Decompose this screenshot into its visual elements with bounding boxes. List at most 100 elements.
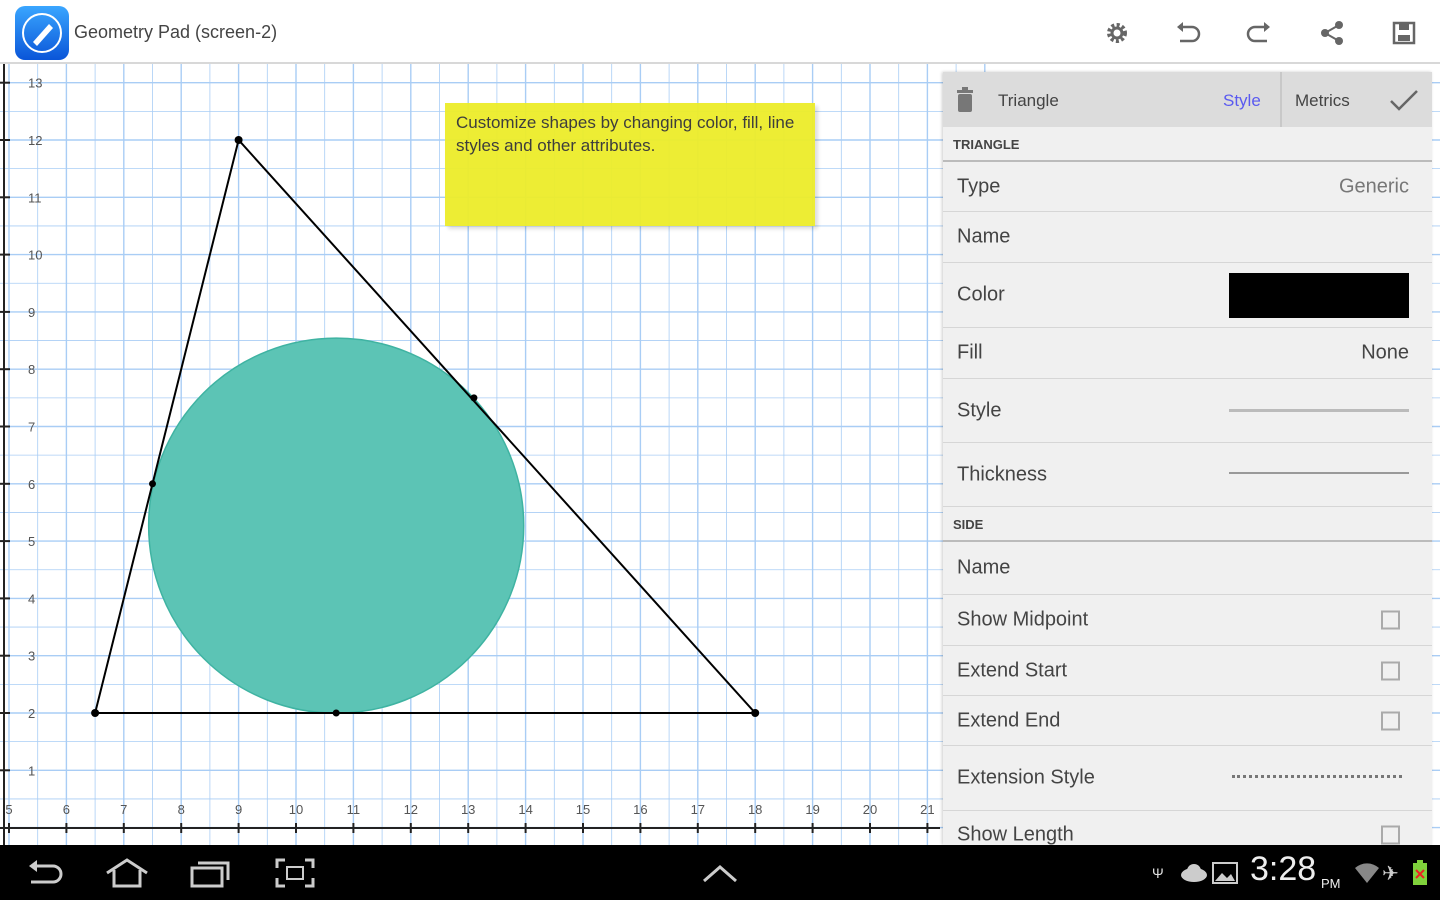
wifi-icon: [1354, 857, 1380, 889]
share-icon[interactable]: [1315, 16, 1349, 50]
x-tick-label: 19: [805, 802, 819, 817]
gear-icon[interactable]: [1100, 16, 1134, 50]
y-tick-label: 8: [28, 362, 35, 377]
app-logo-icon[interactable]: [15, 6, 69, 60]
fill-row[interactable]: Fill None: [943, 328, 1432, 379]
tab-style[interactable]: Style: [1223, 91, 1261, 111]
save-icon[interactable]: [1387, 16, 1421, 50]
y-tick-label: 9: [28, 305, 35, 320]
x-tick-label: 21: [920, 802, 934, 817]
chevron-up-icon[interactable]: [702, 857, 738, 889]
x-tick-label: 5: [5, 802, 12, 817]
usb-icon: Ψ: [1152, 865, 1164, 881]
type-row[interactable]: Type Generic: [943, 162, 1432, 212]
color-row[interactable]: Color: [943, 263, 1432, 328]
x-tick-label: 18: [748, 802, 762, 817]
color-label: Color: [957, 283, 1005, 306]
shape-name: Triangle: [998, 91, 1059, 110]
x-tick-label: 9: [235, 802, 242, 817]
style-label: Style: [957, 399, 1002, 421]
recent-apps-icon[interactable]: [190, 857, 232, 889]
x-tick-label: 17: [691, 802, 705, 817]
system-nav-bar: Ψ 3:28 PM ✈: [0, 845, 1440, 900]
x-tick-label: 11: [347, 802, 361, 817]
show-length-row[interactable]: Show Length: [943, 811, 1432, 845]
redo-icon[interactable]: [1242, 16, 1276, 50]
y-tick-label: 5: [28, 534, 35, 549]
panel-header: Triangle Style Metrics: [943, 72, 1432, 127]
undo-icon[interactable]: [1171, 16, 1205, 50]
thickness-label: Thickness: [957, 463, 1048, 485]
show-midpoint-label: Show Midpoint: [957, 608, 1089, 631]
y-tick-label: 3: [28, 649, 35, 664]
fill-label: Fill: [957, 341, 983, 364]
extend-end-checkbox[interactable]: [1381, 711, 1400, 730]
y-tick-label: 7: [28, 420, 35, 435]
home-icon[interactable]: [104, 857, 150, 889]
x-tick-label: 7: [120, 802, 127, 817]
line-style-preview: [1229, 409, 1409, 412]
style-row[interactable]: Style: [943, 379, 1432, 443]
extension-style-label: Extension Style: [957, 766, 1095, 789]
show-midpoint-checkbox[interactable]: [1381, 610, 1400, 630]
type-label: Type: [957, 175, 1001, 197]
x-tick-label: 16: [633, 802, 647, 817]
vertex-point: [751, 709, 760, 717]
screenshot-icon[interactable]: [275, 857, 315, 889]
x-tick-label: 15: [576, 802, 590, 817]
name-row[interactable]: Name: [943, 212, 1432, 263]
thickness-row[interactable]: Thickness: [943, 443, 1432, 507]
y-tick-label: 1: [28, 763, 35, 778]
show-midpoint-row[interactable]: Show Midpoint: [943, 595, 1432, 646]
tab-metrics[interactable]: Metrics: [1295, 91, 1350, 111]
extend-start-checkbox[interactable]: [1381, 661, 1400, 680]
battery-icon: [1412, 857, 1428, 889]
name-label: Name: [957, 225, 1011, 248]
vertex-point: [234, 136, 243, 144]
check-icon[interactable]: [1389, 88, 1419, 117]
vertex-point: [91, 709, 100, 717]
tip-text: Customize shapes by changing color, fill…: [456, 113, 795, 155]
side-name-row[interactable]: Name: [943, 542, 1432, 595]
x-tick-label: 20: [863, 802, 877, 817]
extend-end-label: Extend End: [957, 709, 1061, 731]
x-tick-label: 14: [518, 802, 532, 817]
y-tick-label: 2: [28, 706, 35, 721]
extend-end-row[interactable]: Extend End: [943, 696, 1432, 746]
color-swatch[interactable]: [1229, 273, 1409, 318]
extension-style-row[interactable]: Extension Style: [943, 746, 1432, 811]
y-tick-label: 12: [28, 133, 42, 148]
cloud-upload-icon: [1180, 857, 1208, 889]
fill-value: None: [1361, 341, 1409, 364]
x-tick-label: 6: [63, 802, 70, 817]
type-value: Generic: [1338, 175, 1409, 197]
divider: [1280, 72, 1282, 127]
y-tick-label: 13: [28, 76, 42, 91]
trash-icon[interactable]: [956, 87, 974, 118]
x-tick-label: 8: [178, 802, 185, 817]
tangent-point: [332, 709, 340, 717]
thickness-preview: [1229, 472, 1409, 474]
clock-ampm: PM: [1321, 875, 1341, 891]
extend-start-label: Extend Start: [957, 659, 1068, 681]
y-tick-label: 6: [28, 477, 35, 492]
extend-start-row[interactable]: Extend Start: [943, 646, 1432, 696]
y-tick-label: 11: [28, 190, 42, 205]
properties-panel: Triangle Style Metrics TRIANGLE Type Gene…: [943, 72, 1432, 845]
extension-style-preview: [1232, 775, 1402, 778]
section-side: SIDE: [943, 507, 1432, 542]
show-length-checkbox[interactable]: [1381, 825, 1400, 845]
tangent-point: [470, 394, 478, 402]
x-tick-label: 10: [289, 802, 303, 817]
app-title: Geometry Pad (screen-2): [74, 22, 278, 42]
airplane-icon: ✈: [1382, 862, 1399, 885]
back-icon[interactable]: [25, 857, 65, 889]
action-bar: Geometry Pad (screen-2): [0, 0, 1440, 64]
gallery-icon: [1212, 857, 1238, 889]
x-tick-label: 13: [461, 802, 475, 817]
section-triangle: TRIANGLE: [943, 127, 1432, 162]
side-name-label: Name: [957, 556, 1011, 579]
y-tick-label: 10: [28, 248, 42, 263]
show-length-label: Show Length: [957, 823, 1074, 846]
tangent-point: [149, 480, 156, 488]
